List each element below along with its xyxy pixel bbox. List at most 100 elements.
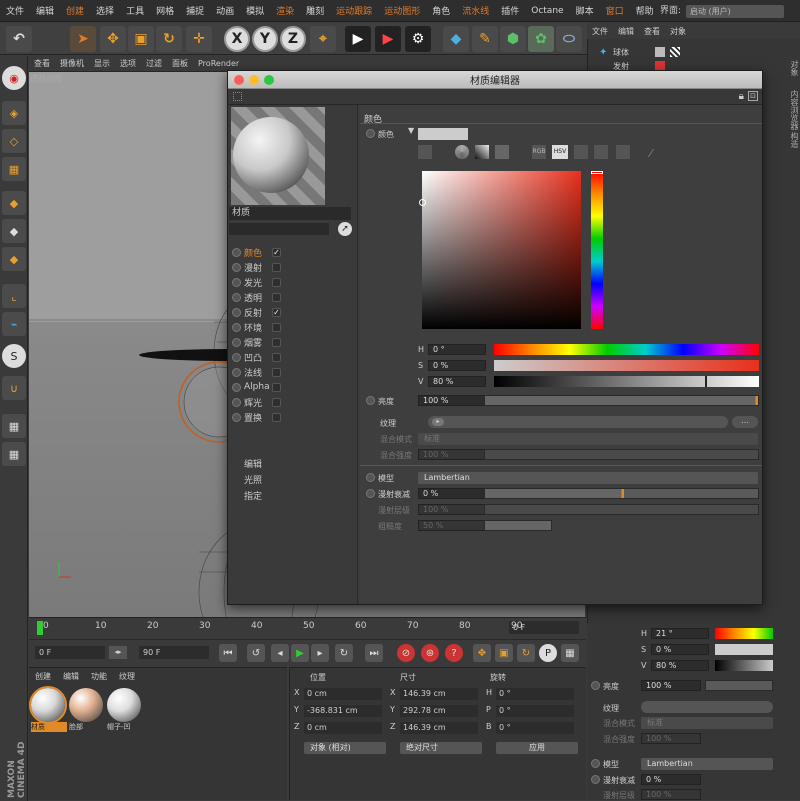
last-tool-icon[interactable]: ✛: [186, 26, 212, 52]
select-cursor-icon[interactable]: ➤: [70, 26, 96, 52]
brightness-field[interactable]: 100 %: [418, 395, 486, 406]
channel-radio[interactable]: [232, 262, 241, 272]
tag-icon[interactable]: [670, 47, 680, 57]
timeline[interactable]: 0 F 0 10 20 30 40 50 60 70 80 90: [29, 617, 586, 639]
attr-h-field[interactable]: 21 °: [651, 628, 709, 639]
scale-icon[interactable]: ▣: [128, 26, 154, 52]
channel-radio[interactable]: [232, 247, 241, 257]
tweak-icon[interactable]: ⌁: [2, 312, 26, 336]
record-icon[interactable]: ⊘: [397, 644, 415, 662]
apply-button[interactable]: 应用: [496, 742, 578, 754]
channel-radio[interactable]: [232, 412, 241, 422]
axis-icon[interactable]: ⌞: [2, 284, 26, 308]
key-pla-icon[interactable]: ▦: [561, 644, 579, 662]
menu-item-2[interactable]: 创建: [60, 4, 90, 17]
channel-radio[interactable]: [232, 322, 241, 332]
viewport-menu-item-1[interactable]: 摄像机: [55, 58, 89, 69]
menu-item-5[interactable]: 网格: [150, 4, 180, 17]
key-scale-icon[interactable]: ▣: [495, 644, 513, 662]
brightness-slider[interactable]: [484, 395, 759, 406]
cloner-icon[interactable]: ✿: [528, 26, 554, 52]
keyframe-selection-icon[interactable]: ?: [445, 644, 463, 662]
channel-radio[interactable]: [232, 337, 241, 347]
snap-icon[interactable]: ∪: [2, 376, 26, 400]
undo-icon[interactable]: ↶: [6, 26, 32, 52]
render-view-icon[interactable]: ▶: [345, 26, 371, 52]
material-preview[interactable]: [231, 107, 325, 205]
material-editor-titlebar[interactable]: 材质编辑器: [228, 71, 762, 89]
color-field[interactable]: [419, 171, 581, 329]
edges-mode-icon[interactable]: ◇: [2, 129, 26, 153]
lock-icon[interactable]: 🔒︎: [739, 91, 744, 102]
channel-5[interactable]: 环境: [232, 320, 352, 334]
model-select[interactable]: Lambertian: [418, 472, 758, 484]
channel-4[interactable]: 反射 ✓: [232, 305, 352, 319]
menu-item-12[interactable]: 运动图形: [378, 4, 426, 17]
attr-blend-strength-field[interactable]: 100 %: [641, 733, 701, 744]
image-icon[interactable]: [495, 145, 509, 159]
spectrum-icon[interactable]: [418, 145, 432, 159]
channel-10[interactable]: 辉光: [232, 395, 352, 409]
channel-radio[interactable]: [232, 367, 241, 377]
menu-item-9[interactable]: 渲染: [270, 4, 300, 17]
texture-browse-button[interactable]: …: [732, 416, 758, 428]
channel-checkbox[interactable]: [272, 292, 281, 302]
diffuse-level-slider[interactable]: [484, 504, 759, 515]
texture-slot[interactable]: ▸: [428, 416, 728, 428]
material-thumbnail[interactable]: 材质: [29, 686, 67, 736]
lock-grid-icon[interactable]: ▦: [2, 414, 26, 438]
workplane-icon[interactable]: ◉: [2, 66, 26, 90]
viewport-menu-item-5[interactable]: 面板: [167, 58, 193, 69]
x-axis-icon[interactable]: X: [224, 26, 250, 52]
end-frame-field[interactable]: 90 F: [139, 646, 209, 659]
picker-icon[interactable]: ➚: [338, 222, 352, 236]
diffuse-falloff-slider[interactable]: [484, 488, 759, 499]
pen-icon[interactable]: ✎: [472, 26, 498, 52]
key-parameter-icon[interactable]: P: [539, 644, 557, 662]
object-item-sphere[interactable]: 球体: [613, 47, 629, 58]
expand-icon[interactable]: ⊡: [748, 91, 758, 101]
menu-item-15[interactable]: 插件: [495, 4, 525, 17]
coord-rotation-field[interactable]: 0 °: [496, 705, 574, 717]
channel-2[interactable]: 发光: [232, 275, 352, 289]
close-window-button[interactable]: [234, 75, 244, 85]
prev-frame-icon[interactable]: ◂: [271, 644, 289, 662]
attr-model-select[interactable]: Lambertian: [641, 758, 773, 770]
roughness-field[interactable]: 50 %: [418, 520, 486, 531]
expand-arrow-icon[interactable]: ▼: [408, 126, 414, 135]
s-slider[interactable]: [494, 360, 759, 371]
material-manager-menu-item-2[interactable]: 功能: [85, 671, 113, 682]
coordinate-system-icon[interactable]: ⌖: [310, 26, 336, 52]
blend-strength-slider[interactable]: [484, 449, 759, 460]
channel-7[interactable]: 凹凸: [232, 350, 352, 364]
start-frame-field[interactable]: 0 F: [35, 646, 105, 659]
material-thumbnail[interactable]: 脸部: [69, 688, 105, 736]
diffuse-level-field[interactable]: 100 %: [418, 504, 486, 515]
menu-item-18[interactable]: 窗口: [600, 4, 630, 17]
attr-brightness-field[interactable]: 100 %: [641, 680, 701, 691]
menu-item-1[interactable]: 编辑: [30, 4, 60, 17]
attr-texture-slot[interactable]: [641, 701, 773, 713]
tab-edit[interactable]: 编辑: [244, 457, 262, 470]
color-swatch[interactable]: [418, 128, 468, 140]
menu-item-0[interactable]: 文件: [0, 4, 30, 17]
channel-checkbox[interactable]: [272, 277, 281, 287]
attr-s-field[interactable]: 0 %: [651, 644, 709, 655]
menu-item-6[interactable]: 捕捉: [180, 4, 210, 17]
render-settings-icon[interactable]: ⚙: [405, 26, 431, 52]
menu-item-17[interactable]: 脚本: [570, 4, 600, 17]
channel-6[interactable]: 烟雾: [232, 335, 352, 349]
key-position-icon[interactable]: ✥: [473, 644, 491, 662]
hue-strip-handle[interactable]: [591, 171, 603, 174]
material-manager-menu-item-1[interactable]: 编辑: [57, 671, 85, 682]
hsv-mode-button[interactable]: HSV: [552, 145, 568, 159]
hue-strip[interactable]: [591, 171, 603, 329]
attr-model-radio[interactable]: [591, 759, 600, 768]
channel-checkbox[interactable]: [272, 262, 281, 272]
object-menu-item-3[interactable]: 对象: [665, 26, 691, 37]
menu-item-4[interactable]: 工具: [120, 4, 150, 17]
material-name-field[interactable]: 材质: [229, 207, 351, 220]
rotate-icon[interactable]: ↻: [156, 26, 182, 52]
channel-checkbox[interactable]: ✓: [272, 247, 281, 257]
channel-radio[interactable]: [232, 352, 241, 362]
